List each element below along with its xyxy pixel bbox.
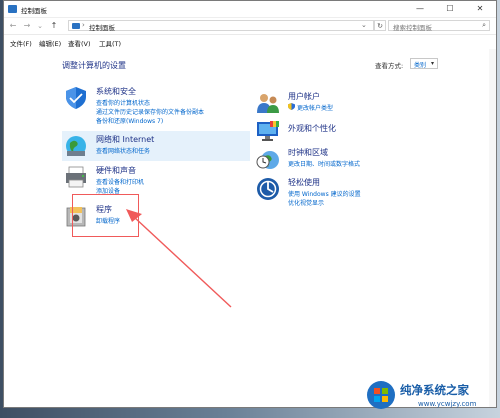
dropdown-arrow-icon: ▾: [430, 60, 434, 67]
menu-bar: 文件(F) 编辑(E) 查看(V) 工具(T): [4, 35, 496, 49]
category-appearance: 外观和个性化: [256, 119, 446, 145]
menu-view[interactable]: 查看(V): [68, 38, 91, 48]
globe-icon: [66, 136, 86, 156]
address-bar: ← → ⌄ ↑ › 控制面板 ⌄ ↻ 搜索控制面板 ⌕: [4, 18, 496, 35]
view-by-value: 类别: [414, 62, 427, 69]
link-change-account-type[interactable]: 更改帐户类型: [297, 103, 333, 112]
breadcrumb[interactable]: 控制面板: [89, 22, 115, 32]
link-file-history[interactable]: 通过文件历史记录保存你的文件备份副本: [96, 107, 204, 116]
category-title[interactable]: 硬件和声音: [96, 165, 136, 176]
category-system-security: 系统和安全 查看你的计算机状态 通过文件历史记录保存你的文件备份副本 备份和还原…: [64, 86, 254, 136]
link-backup-restore[interactable]: 备份和还原(Windows 7): [96, 116, 163, 125]
search-input[interactable]: 搜索控制面板 ⌕: [388, 20, 490, 32]
watermark-logo: [367, 381, 395, 409]
accessibility-icon: [257, 178, 279, 200]
search-placeholder: 搜索控制面板: [393, 24, 432, 32]
category-network-internet: 网络和 Internet 查看网络状态和任务: [64, 134, 254, 160]
shield-icon: [66, 87, 86, 109]
chevron-right-icon: ›: [82, 21, 85, 29]
category-user-accounts: 用户帐户 更改帐户类型: [256, 91, 446, 117]
refresh-button[interactable]: ↻: [374, 20, 386, 31]
main-content: 调整计算机的设置 查看方式: 类别 ▾ 系统和安全 查看你的计算机状态 通过文件…: [4, 49, 496, 407]
category-title[interactable]: 时钟和区域: [288, 147, 328, 158]
control-panel-window: 控制面板 — ☐ ✕ ← → ⌄ ↑ › 控制面板 ⌄ ↻ 搜索控制面板 ⌕ 文…: [3, 0, 497, 408]
back-button[interactable]: ←: [8, 21, 18, 31]
watermark: 纯净系统之家 www.ycwjzy.com: [366, 378, 496, 414]
menu-file[interactable]: 文件(F): [10, 38, 32, 48]
close-button[interactable]: ✕: [465, 1, 495, 17]
minimize-button[interactable]: —: [405, 1, 435, 17]
window-title: 控制面板: [21, 7, 47, 15]
watermark-title: 纯净系统之家: [400, 383, 469, 397]
link-windows-suggested-settings[interactable]: 使用 Windows 建议的设置: [288, 189, 361, 198]
forward-button[interactable]: →: [22, 21, 32, 31]
monitor-palette-icon: [257, 121, 279, 141]
link-optimize-visual-display[interactable]: 优化视觉显示: [288, 198, 324, 207]
category-ease-of-access: 轻松使用 使用 Windows 建议的设置 优化视觉显示: [256, 177, 446, 211]
menu-tools[interactable]: 工具(T): [99, 38, 121, 48]
category-title[interactable]: 用户帐户: [288, 91, 320, 102]
users-icon: [257, 94, 279, 113]
menu-edit[interactable]: 编辑(E): [39, 38, 61, 48]
watermark-url: www.ycwjzy.com: [418, 400, 477, 408]
link-network-status[interactable]: 查看网络状态和任务: [96, 146, 150, 155]
scrollbar[interactable]: [489, 49, 496, 407]
maximize-button[interactable]: ☐: [435, 1, 465, 17]
link-change-date-time[interactable]: 更改日期、时间或数字格式: [288, 159, 360, 168]
up-button[interactable]: ↑: [49, 21, 59, 31]
link-view-status[interactable]: 查看你的计算机状态: [96, 98, 150, 107]
view-by-dropdown[interactable]: 类别 ▾: [410, 58, 438, 69]
category-title[interactable]: 轻松使用: [288, 177, 320, 188]
chevron-down-icon[interactable]: ⌄: [361, 21, 367, 29]
category-hardware-sound: 硬件和声音 查看设备和打印机 添加设备: [64, 165, 254, 195]
category-title[interactable]: 系统和安全: [96, 86, 136, 97]
link-devices-printers[interactable]: 查看设备和打印机: [96, 177, 144, 186]
view-by-label: 查看方式:: [375, 62, 404, 70]
address-path[interactable]: › 控制面板 ⌄: [68, 20, 374, 32]
clock-globe-icon: [256, 151, 279, 169]
control-panel-icon: [8, 5, 17, 13]
control-panel-icon: [72, 23, 80, 29]
category-title[interactable]: 网络和 Internet: [96, 134, 154, 145]
category-clock-region: 时钟和区域 更改日期、时间或数字格式: [256, 147, 446, 173]
page-title: 调整计算机的设置: [62, 61, 126, 70]
title-bar: 控制面板 — ☐ ✕: [4, 1, 496, 18]
category-title[interactable]: 外观和个性化: [288, 123, 336, 134]
annotation-highlight-box: [72, 194, 139, 237]
search-icon[interactable]: ⌕: [482, 21, 486, 30]
recent-locations-button[interactable]: ⌄: [35, 21, 45, 31]
printer-icon: [66, 166, 86, 188]
uac-shield-icon: [288, 103, 295, 110]
